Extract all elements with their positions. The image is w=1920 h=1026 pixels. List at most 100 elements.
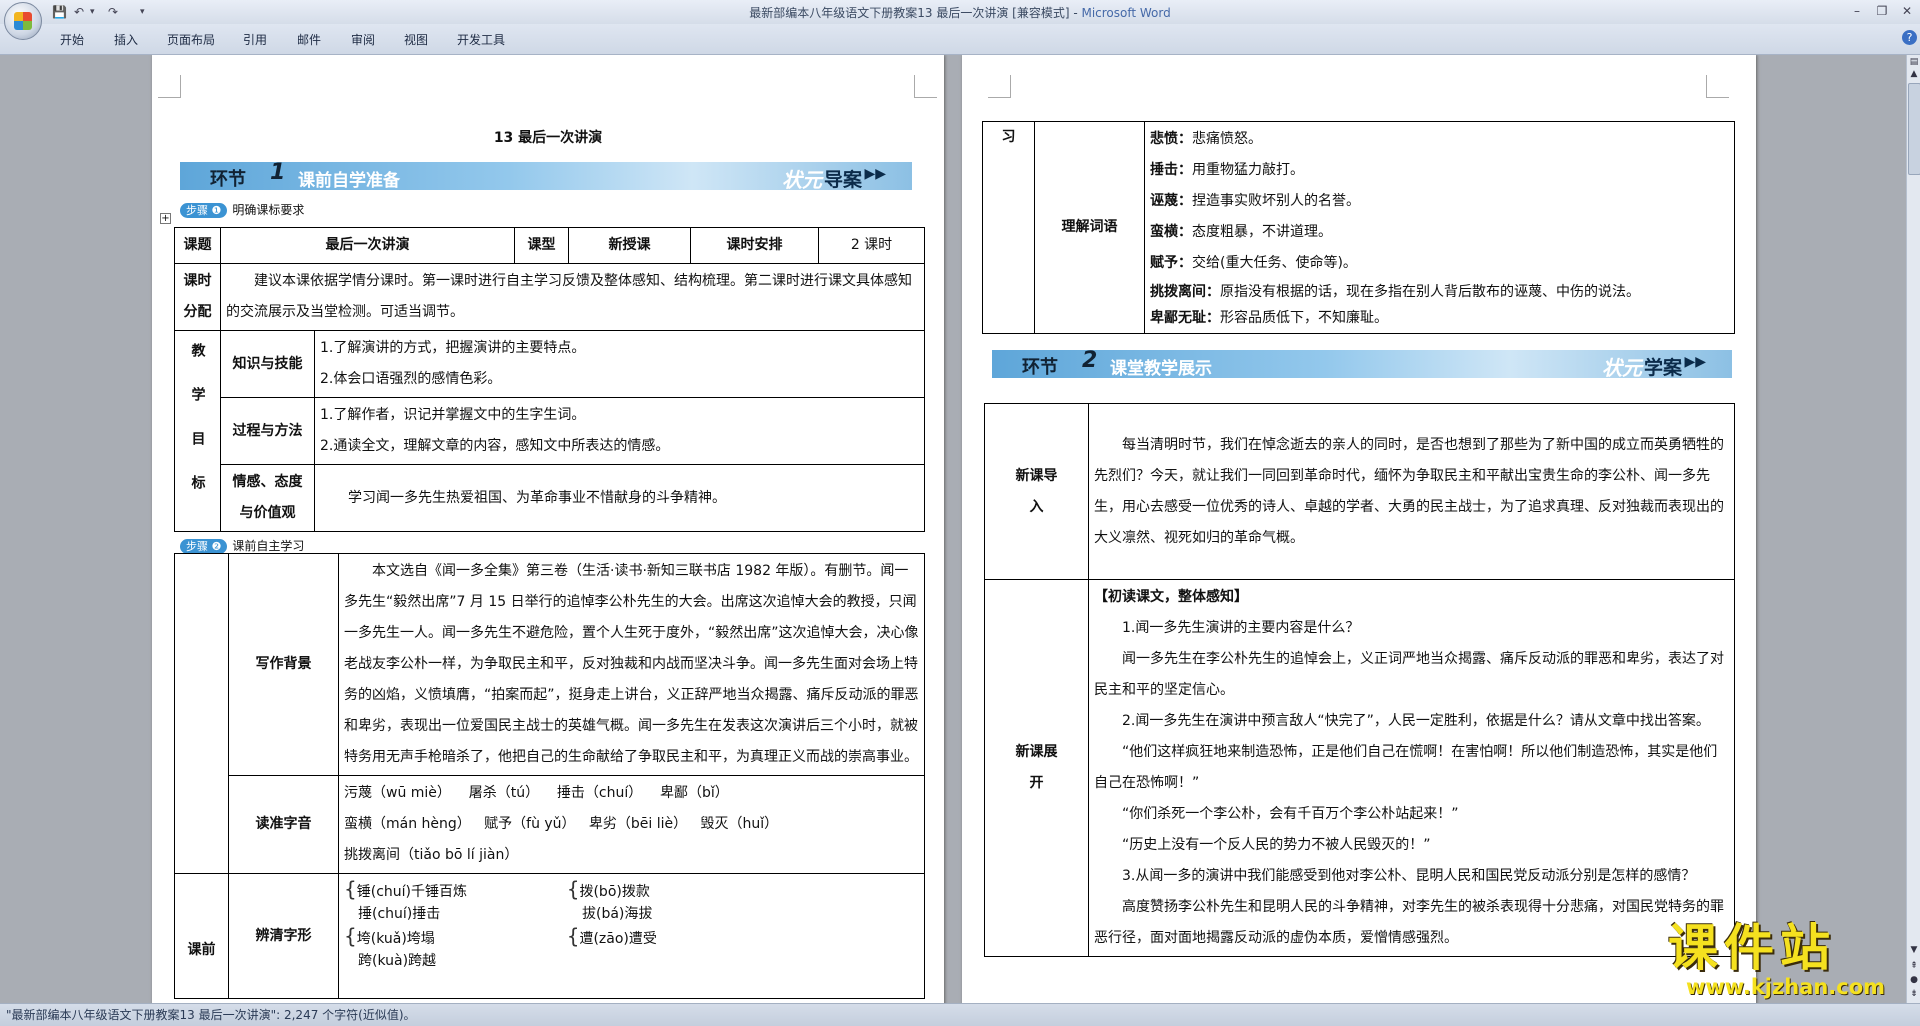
gc-line-1: 1.了解作者，识记并掌握文中的生字生词。 <box>320 407 586 423</box>
fenpei-text: 建议本课依据学情分课时。第一课时进行自主学习反馈及整体感知、结构梳理。第二课时进… <box>220 263 925 331</box>
vocab-def: 原指没有根据的话，现在多指在别人背后散布的诬蔑、中伤的说法。 <box>1220 284 1640 300</box>
banner-name: 课前自学准备 <box>298 171 400 191</box>
vocab-term: 卑鄙无耻： <box>1150 310 1220 326</box>
minimize-icon[interactable]: – <box>1845 3 1869 20</box>
header-mubiao: 教学目标 <box>174 330 221 532</box>
vocab-term: 赋予： <box>1150 255 1192 271</box>
next-page-icon[interactable]: ⇟ <box>1908 989 1920 1001</box>
vocab-term: 诬蔑： <box>1150 193 1192 209</box>
bq-c1: 垮(kuǎ)垮塌 <box>356 931 435 947</box>
dz-line-2: 蛮横（mán hèng） 赋予（fù yǔ） 卑劣（bēi liè） 毁灭（hu… <box>344 816 779 832</box>
tab-insert[interactable]: 插入 <box>114 31 138 48</box>
vocab-item: 蛮横：态度粗暴，不讲道理。 <box>1150 217 1729 248</box>
vertical-scrollbar[interactable]: ▤ ▲ ▼ ⇞ ● ⇟ <box>1906 55 1920 1003</box>
help-icon[interactable]: ? <box>1902 30 1917 45</box>
expand-a1: 闻一多先生在李公朴先生的追悼会上，义正词严地当众揭露、痛斥反动派的罪恶和卑劣，表… <box>1094 651 1724 698</box>
brace-icon: { <box>344 877 357 901</box>
tab-review[interactable]: 审阅 <box>351 31 375 48</box>
header-anpai: 课时安排 <box>690 227 819 264</box>
kexing-value: 新授课 <box>568 227 691 264</box>
vocab-def: 用重物猛力敲打。 <box>1192 162 1304 178</box>
expand-q1: 1.闻一多先生演讲的主要内容是什么？ <box>1122 620 1360 636</box>
qg-label: 情感、态度与价值观 <box>220 464 315 532</box>
ruler-toggle-icon[interactable]: ▤ <box>1908 57 1920 69</box>
tab-mailings[interactable]: 邮件 <box>297 31 321 48</box>
gc-cell: 1.了解作者，识记并掌握文中的生字生词。 2.通读全文，理解文章的内容，感知文中所… <box>314 397 925 465</box>
table-move-handle-icon[interactable]: + <box>160 213 171 224</box>
banner-tag: 导案 <box>823 169 862 191</box>
banner-huanjie: 环节 <box>1022 357 1058 378</box>
section-banner-2: 环节 2 课堂教学展示 状元 学案 ▶▶ <box>992 348 1732 380</box>
office-button[interactable] <box>4 2 42 40</box>
self-study-table: 写作背景 本文选自《闻一多全集》第三卷（生活·读书·新知三联书店 1982 年版… <box>174 553 925 999</box>
expand-quote-2: “你们杀死一个李公朴，会有千百万个李公朴站起来！” <box>1122 806 1459 822</box>
vocab-item: 诬蔑：捏造事实败坏别人的名誉。 <box>1150 186 1729 217</box>
section-banner-1: 环节 1 课前自学准备 状元 导案 ▶▶ <box>180 160 912 192</box>
step-1: 步骤 ❶ 明确课标要求 <box>180 201 305 218</box>
bq-cell: {锤(chuí)千锤百炼 {拨(bō)拨款 捶(chuí)捶击 拔(bá)海拔 {垮… <box>338 873 925 999</box>
expand-quote-3: “历史上没有一个反人民的势力不被人民毁灭的！” <box>1122 837 1431 853</box>
zs-line-1: 1.了解演讲的方式，把握演讲的主要特点。 <box>320 340 586 356</box>
expand-q2: 2.闻一多先生在演讲中预言敌人“快完了”，人民一定胜利，依据是什么？请从文章中找… <box>1122 713 1710 729</box>
vocab-def: 捏造事实败坏别人的名誉。 <box>1192 193 1360 209</box>
vocab-term: 悲愤： <box>1150 131 1192 147</box>
dz-cell: 污蔑（wū miè） 屠杀（tú） 捶击（chuí） 卑鄙（bǐ） 蛮横（mán… <box>338 775 925 874</box>
tab-page-layout[interactable]: 页面布局 <box>167 31 215 48</box>
bq-a1: 锤(chuí)千锤百炼 <box>356 884 467 900</box>
qg-text: 学习闻一多先生热爱祖国、为革命事业不惜献身的斗争精神。 <box>314 464 925 532</box>
scroll-down-icon[interactable]: ▼ <box>1908 945 1920 957</box>
banner-arrows-icon: ▶▶ <box>864 166 886 182</box>
dz-label: 读准字音 <box>228 775 339 874</box>
brace-icon: { <box>566 877 580 901</box>
tab-home[interactable]: 开始 <box>60 31 84 48</box>
vocab-def: 形容品质低下，不知廉耻。 <box>1220 310 1388 326</box>
tab-developer[interactable]: 开发工具 <box>457 31 505 48</box>
lesson-title: 13 最后一次讲演 <box>493 130 603 146</box>
step-1-pill: 步骤 ❶ <box>180 203 228 218</box>
document-page-1[interactable]: 13 最后一次讲演 环节 1 课前自学准备 状元 导案 ▶▶ 步骤 ❶ 明确课标要… <box>152 55 944 1003</box>
step-2-pill: 步骤 ❷ <box>180 539 228 554</box>
banner-zhuangyuan: 状元 <box>1602 356 1642 380</box>
dz-line-1: 污蔑（wū miè） 屠杀（tú） 捶击（chuí） 卑鄙（bǐ） <box>344 785 729 801</box>
restore-icon[interactable]: ❐ <box>1870 3 1894 20</box>
dz-line-3: 挑拨离间（tiǎo bō lí jiàn） <box>344 847 519 863</box>
expand-q3: 3.从闻一多的演讲中我们能感受到他对李公朴、昆明人民和国民党反动派分别是怎样的感… <box>1122 868 1696 884</box>
step-1-label: 明确课标要求 <box>232 203 305 217</box>
header-keti: 课题 <box>174 227 221 264</box>
bj-text: 本文选自《闻一多全集》第三卷（生活·读书·新知三联书店 1982 年版）。有删节… <box>338 553 925 776</box>
scroll-up-icon[interactable]: ▲ <box>1908 69 1920 81</box>
header-kexing: 课型 <box>514 227 569 264</box>
bq-a2: 捶(chuí)捶击 <box>358 906 441 922</box>
expand-cell: 【初读课文，整体感知】 1.闻一多先生演讲的主要内容是什么？ 闻一多先生在李公朴… <box>1088 579 1735 957</box>
bq-c2: 跨(kuà)跨越 <box>358 953 437 969</box>
tab-references[interactable]: 引用 <box>243 31 267 48</box>
bq-label: 辨清字形 <box>228 873 339 999</box>
tab-view[interactable]: 视图 <box>404 31 428 48</box>
status-word-count[interactable]: "最新部编本八年级语文下册教案13 最后一次讲演": 2,247 个字符(近似值… <box>6 1008 416 1022</box>
brace-icon: { <box>566 924 580 948</box>
banner-number: 1 <box>270 160 286 185</box>
banner-name: 课堂教学展示 <box>1110 359 1212 379</box>
bq-d1: 遭(zāo)遭受 <box>579 931 657 947</box>
document-workspace[interactable]: 13 最后一次讲演 环节 1 课前自学准备 状元 导案 ▶▶ 步骤 ❶ 明确课标要… <box>0 55 1906 1003</box>
vocab-def: 态度粗暴，不讲道理。 <box>1192 224 1332 240</box>
document-page-2[interactable]: 习 理解词语 悲愤：悲痛愤怒。 捶击：用重物猛力敲打。 诬蔑：捏造事实败坏别人的… <box>962 55 1756 1003</box>
close-icon[interactable]: ✕ <box>1895 3 1919 20</box>
bq-b2: 拔(bá)海拔 <box>582 906 653 922</box>
previous-page-icon[interactable]: ⇞ <box>1908 961 1920 973</box>
browse-object-icon[interactable]: ● <box>1908 975 1920 987</box>
scrollbar-thumb[interactable] <box>1908 83 1920 175</box>
office-logo-icon <box>14 12 32 30</box>
site-watermark: 课件站 www.kjzhan.com <box>1668 920 1908 1002</box>
banner-tag: 学案 <box>1643 357 1682 379</box>
zs-label: 知识与技能 <box>220 330 315 398</box>
vocab-term: 蛮横： <box>1150 224 1192 240</box>
bj-label: 写作背景 <box>228 553 339 776</box>
step-2-label: 课前自主学习 <box>232 539 305 553</box>
blank-cell <box>174 553 229 874</box>
brace-icon: { <box>344 924 357 948</box>
vocab-item: 捶击：用重物猛力敲打。 <box>1150 155 1729 186</box>
watermark-title: 课件站 <box>1668 919 1836 977</box>
vocab-label: 理解词语 <box>1034 121 1145 334</box>
window-title: 最新部编本八年级语文下册教案13 最后一次讲演 [兼容模式] - Microso… <box>749 6 1171 20</box>
